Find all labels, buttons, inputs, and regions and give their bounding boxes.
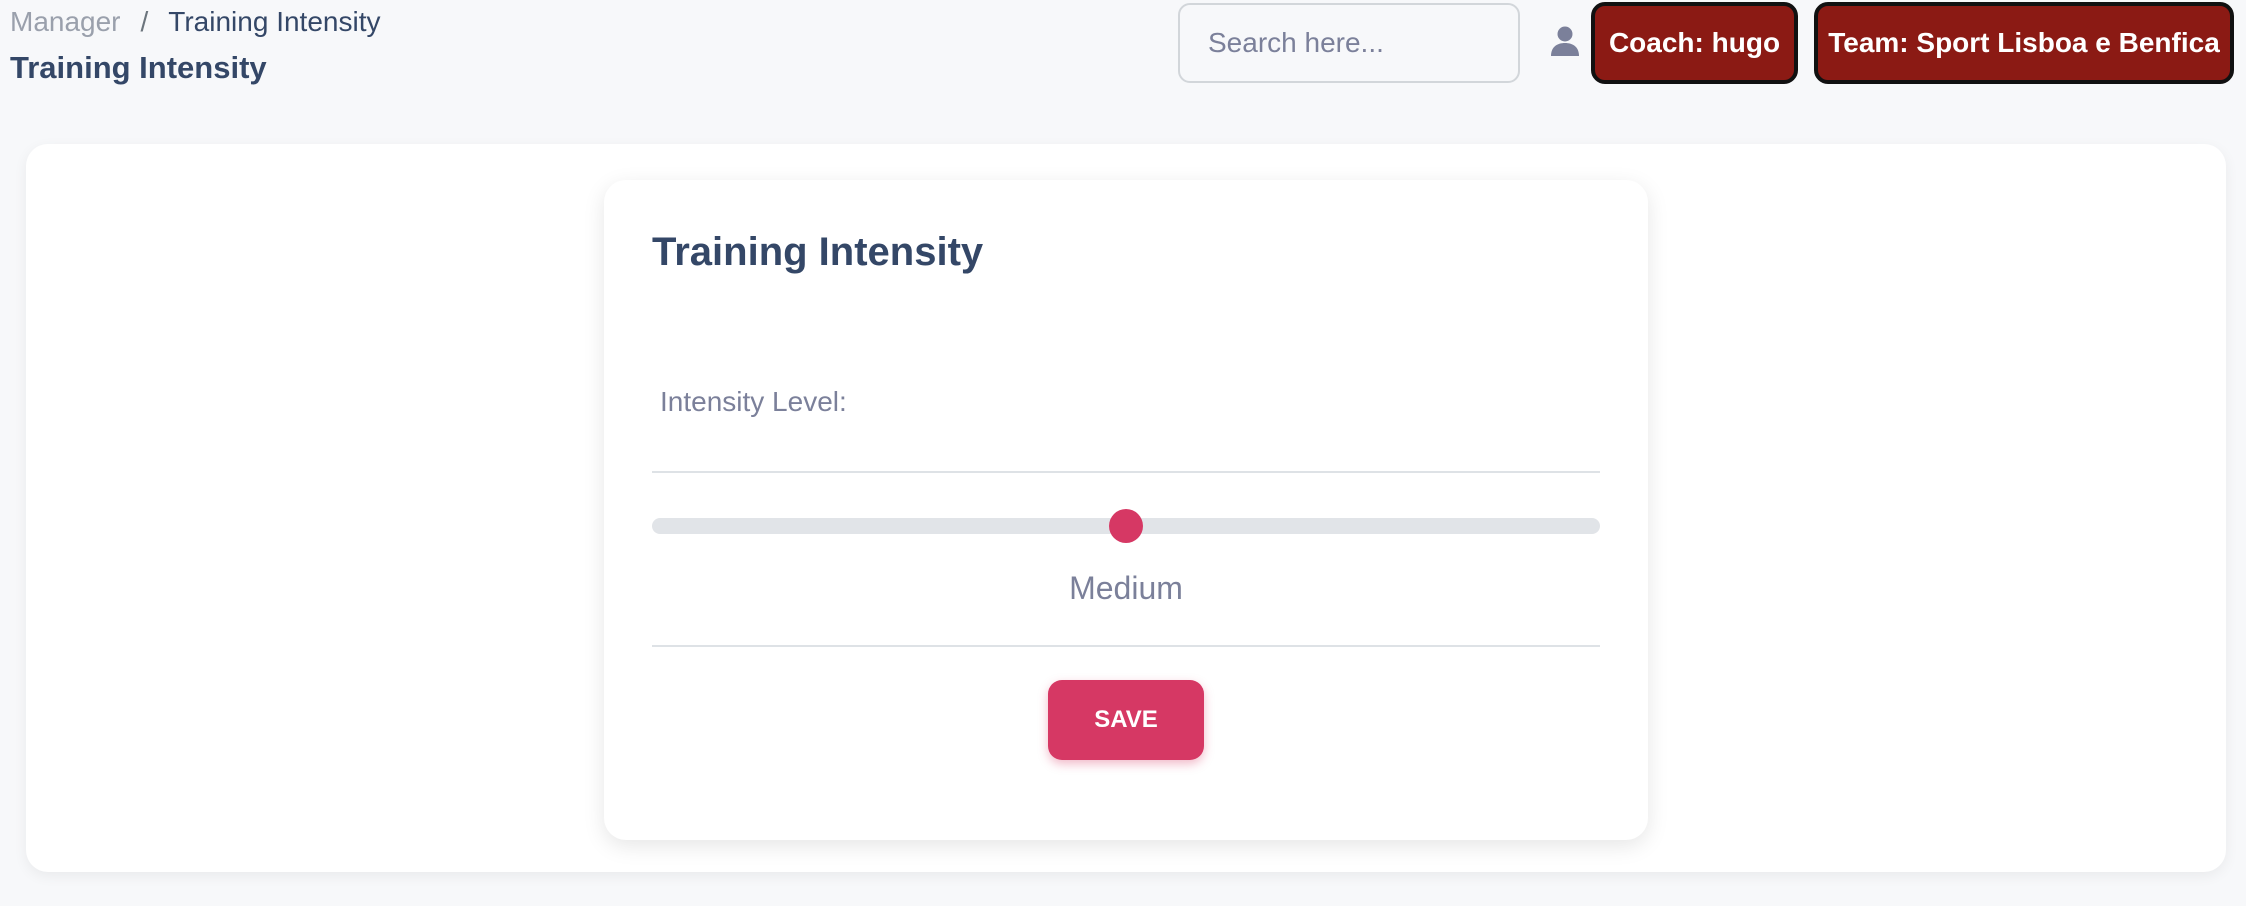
breadcrumb-parent-link[interactable]: Manager [10, 6, 121, 38]
intensity-slider-thumb[interactable] [1109, 509, 1143, 543]
search-input[interactable] [1178, 3, 1520, 83]
breadcrumb-separator: / [140, 6, 149, 37]
intensity-value-label: Medium [1069, 570, 1183, 606]
divider [652, 645, 1600, 647]
breadcrumb: Manager / Training Intensity [10, 6, 380, 38]
user-icon[interactable] [1550, 26, 1580, 58]
save-button[interactable]: SAVE [1048, 680, 1204, 760]
training-intensity-card: Training Intensity Intensity Level: Medi… [604, 180, 1648, 840]
card-title: Training Intensity [652, 230, 984, 274]
coach-badge[interactable]: Coach: hugo [1591, 2, 1798, 84]
top-navbar: Manager / Training Intensity Training In… [0, 0, 2246, 130]
breadcrumb-current: Training Intensity [168, 6, 381, 37]
intensity-level-label: Intensity Level: [660, 386, 847, 417]
page-title: Training Intensity [10, 50, 267, 85]
team-badge[interactable]: Team: Sport Lisboa e Benfica [1814, 2, 2234, 84]
divider [652, 471, 1600, 473]
